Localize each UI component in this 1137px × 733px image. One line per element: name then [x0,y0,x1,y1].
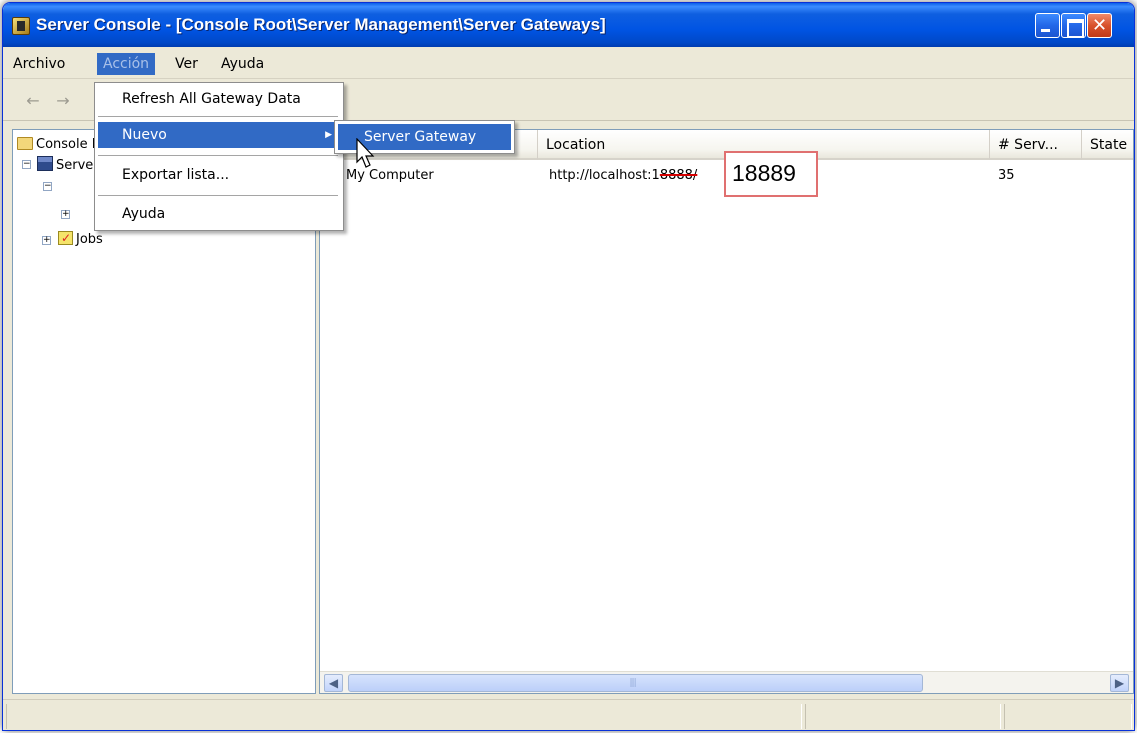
expand-icon[interactable]: + [61,210,70,219]
menu-item-exportar[interactable]: Exportar lista... [98,162,342,188]
window-title: Server Console - [Console Root\Server Ma… [36,15,606,34]
menu-ayuda[interactable]: Ayuda [215,53,270,75]
menu-item-label: Nuevo [122,127,167,143]
grip-icon: ||| [629,678,637,688]
list-pane: Location # Serv... State My Computer htt… [319,129,1134,694]
horizontal-scrollbar[interactable]: ◀ ||| ▶ [320,671,1133,693]
scroll-thumb[interactable]: ||| [348,674,923,692]
folder-icon [17,137,33,150]
menu-archivo[interactable]: Archivo [7,53,71,75]
close-icon: ✕ [1091,15,1108,36]
port-annotation: 18889 [724,151,818,197]
column-header-servers[interactable]: # Serv... [990,130,1082,160]
scroll-right-icon[interactable]: ▶ [1110,674,1129,692]
column-header-state[interactable]: State [1082,130,1133,160]
menu-accion[interactable]: Acción [97,53,156,75]
collapse-icon[interactable]: − [22,160,31,169]
tree-label: Jobs [76,232,103,247]
status-bar [3,699,1134,730]
submenu-arrow-icon: ▶ [325,130,332,140]
location-struck: 8888/ [659,168,698,183]
menu-separator [98,116,338,117]
tree-item-jobs[interactable]: Jobs [58,229,103,249]
status-segment [805,704,1001,729]
list-item-servers: 35 [998,168,1015,183]
minimize-button[interactable] [1035,13,1060,38]
status-segment [1004,704,1132,729]
back-arrow-icon[interactable]: ← [23,91,43,111]
menu-item-nuevo[interactable]: Nuevo ▶ [98,122,342,148]
menu-separator [98,195,338,196]
close-button[interactable]: ✕ [1087,13,1112,38]
title-bar[interactable]: Server Console - [Console Root\Server Ma… [3,3,1134,47]
list-item-location: http://localhost:18888/ [549,166,697,186]
app-icon [12,17,30,35]
menu-item-refresh[interactable]: Refresh All Gateway Data [98,86,342,112]
menu-item-ayuda[interactable]: Ayuda [98,201,342,227]
location-prefix: http://localhost:1 [549,168,660,183]
menu-bar: Archivo Acción Ver Ayuda [3,49,1134,79]
forward-arrow-icon[interactable]: → [53,91,73,111]
menu-separator [98,155,338,156]
mouse-pointer-icon [356,138,375,168]
server-icon [37,156,53,171]
scroll-left-icon[interactable]: ◀ [324,674,343,692]
maximize-button[interactable] [1061,13,1086,38]
status-segment [6,704,802,729]
collapse-icon[interactable]: − [43,182,52,191]
jobs-icon [58,229,73,247]
accion-context-menu: Refresh All Gateway Data Nuevo ▶ Exportar… [94,82,344,231]
expand-icon[interactable]: + [42,236,51,245]
menu-ver[interactable]: Ver [169,53,204,75]
